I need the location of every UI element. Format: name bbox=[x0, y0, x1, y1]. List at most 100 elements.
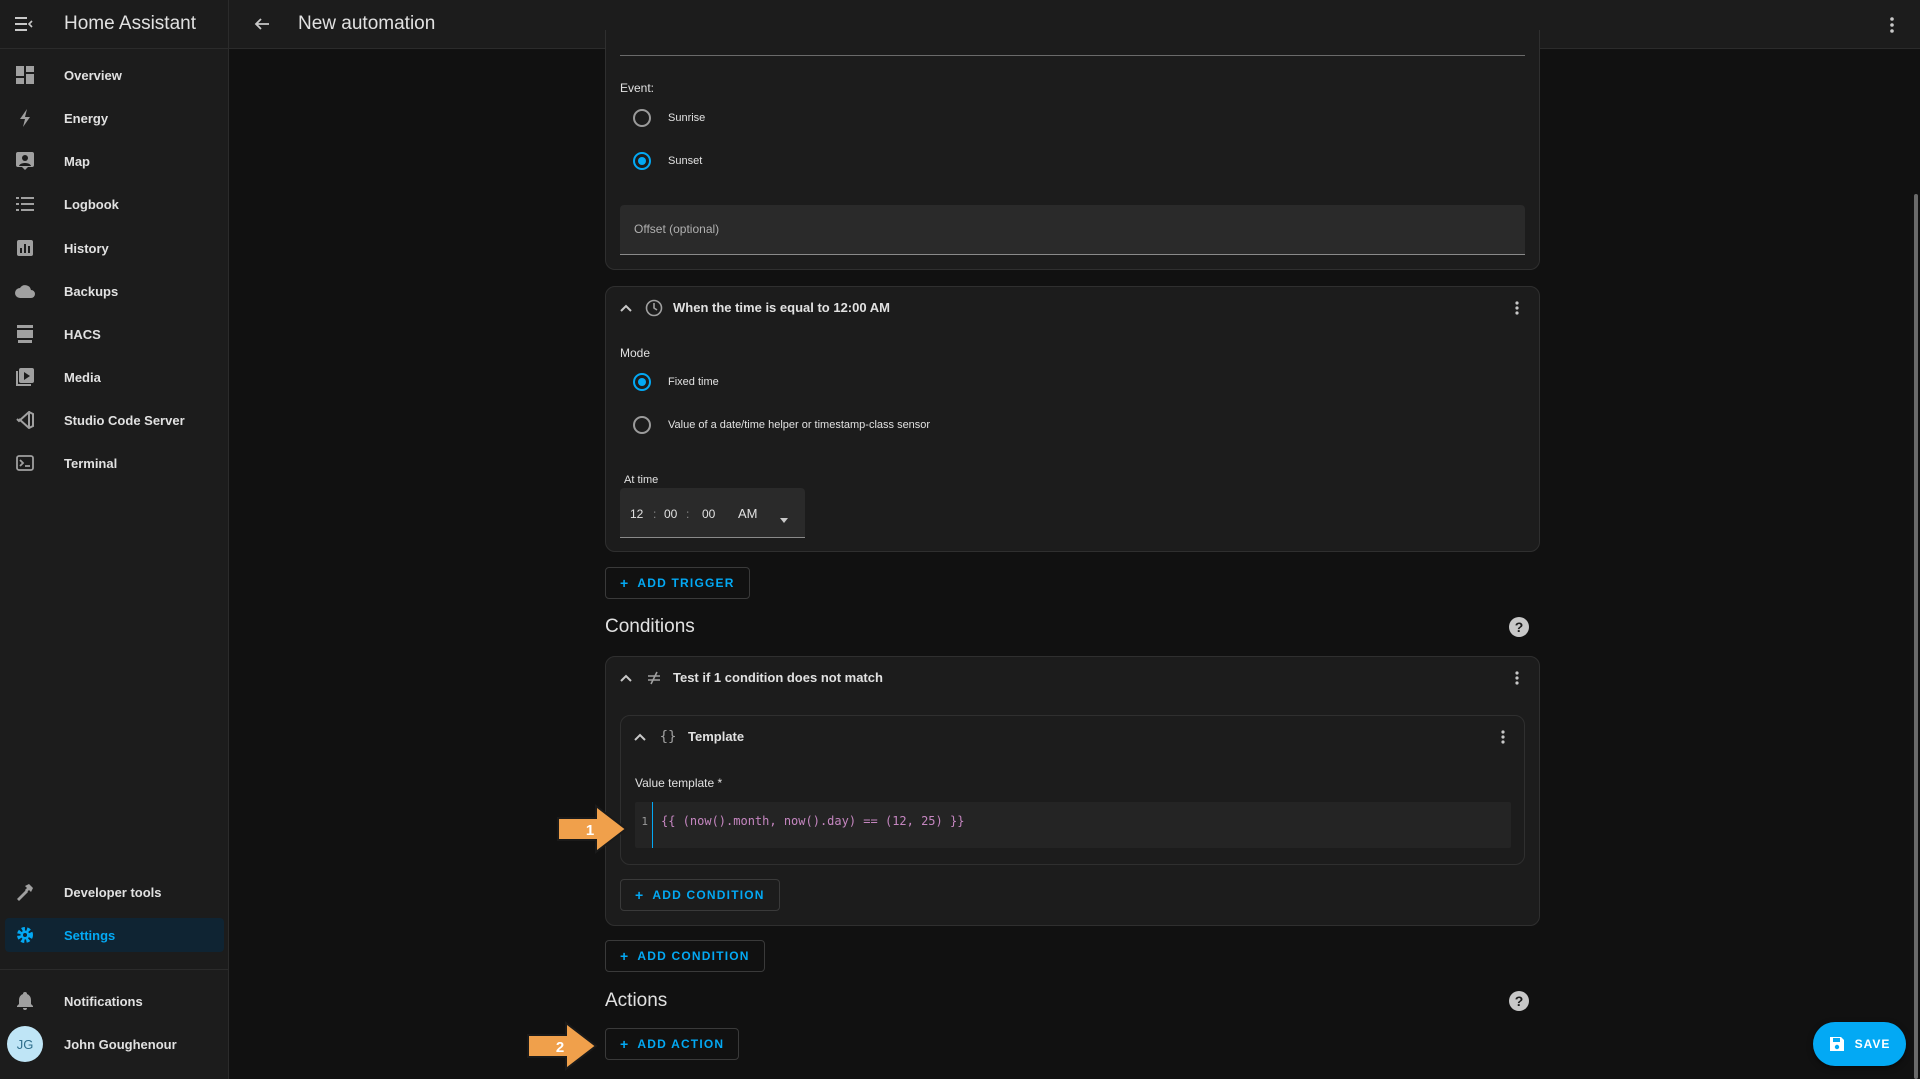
back-arrow-icon[interactable] bbox=[234, 0, 290, 49]
collapse-chevron-icon[interactable] bbox=[628, 725, 652, 749]
offset-placeholder: Offset (optional) bbox=[634, 222, 720, 236]
annotation-arrow-1-label: 1 bbox=[586, 822, 594, 839]
sidebar-item-developer-tools[interactable]: Developer tools bbox=[5, 875, 224, 909]
time-trigger-card: When the time is equal to 12:00 AM Mode … bbox=[605, 286, 1540, 552]
sidebar-item-label: Overview bbox=[64, 67, 122, 83]
annotation-arrow-2-label: 2 bbox=[556, 1039, 564, 1056]
helper-time-radio[interactable] bbox=[633, 416, 651, 434]
minutes-value[interactable]: 00 bbox=[664, 507, 677, 521]
sidebar-item-label: Settings bbox=[64, 927, 116, 943]
sidebar-item-label: HACS bbox=[64, 326, 101, 342]
ampm-select[interactable]: AM bbox=[738, 506, 758, 521]
mode-label: Mode bbox=[620, 346, 651, 360]
sidebar-item-user[interactable]: JG John Goughenour bbox=[5, 1026, 224, 1062]
sidebar-item-overview[interactable]: Overview bbox=[5, 58, 224, 92]
avatar-wrap: JG bbox=[5, 1026, 45, 1062]
hammer-icon bbox=[5, 883, 45, 901]
app-root: Home Assistant Overview Energy Map Logbo… bbox=[0, 0, 1920, 1079]
save-button[interactable]: SAVE bbox=[1813, 1022, 1906, 1066]
sunset-label: Sunset bbox=[668, 155, 703, 167]
sidebar-item-hacs[interactable]: HACS bbox=[5, 317, 224, 351]
add-trigger-label: ADD TRIGGER bbox=[637, 576, 735, 590]
history-icon bbox=[5, 240, 45, 256]
code-braces-icon: {} bbox=[659, 729, 677, 745]
sidebar-item-history[interactable]: History bbox=[5, 231, 224, 265]
dropdown-arrow-icon[interactable] bbox=[780, 510, 788, 528]
plus-icon: + bbox=[620, 1036, 630, 1052]
sidebar-item-notifications[interactable]: Notifications bbox=[5, 984, 224, 1018]
sidebar: Home Assistant Overview Energy Map Logbo… bbox=[0, 0, 229, 1079]
sidebar-item-label: Terminal bbox=[64, 455, 118, 471]
sidebar-item-label: Studio Code Server bbox=[64, 412, 185, 428]
add-action-label: ADD ACTION bbox=[637, 1037, 725, 1051]
scrollbar[interactable] bbox=[1914, 194, 1918, 1079]
overview-icon bbox=[5, 66, 45, 84]
sidebar-item-label: Energy bbox=[64, 110, 109, 126]
time-trigger-title: When the time is equal to 12:00 AM bbox=[673, 300, 890, 315]
sidebar-divider bbox=[0, 969, 229, 970]
offset-field[interactable]: Offset (optional) bbox=[620, 205, 1525, 255]
annotation-arrow-2: 2 bbox=[527, 1021, 598, 1071]
menu-toggle-icon[interactable] bbox=[0, 0, 48, 49]
add-trigger-button[interactable]: + ADD TRIGGER bbox=[605, 567, 750, 599]
sunrise-label: Sunrise bbox=[668, 112, 706, 124]
help-icon[interactable]: ? bbox=[1509, 617, 1529, 637]
line-number: 1 bbox=[635, 802, 653, 848]
value-template-label: Value template * bbox=[635, 776, 723, 790]
sidebar-item-logbook[interactable]: Logbook bbox=[5, 187, 224, 221]
energy-icon bbox=[5, 109, 45, 127]
sun-trigger-card: Event: Sunrise Sunset Offset (optional) bbox=[605, 30, 1540, 270]
sidebar-item-backups[interactable]: Backups bbox=[5, 274, 224, 308]
sidebar-item-energy[interactable]: Energy bbox=[5, 101, 224, 135]
help-icon[interactable]: ? bbox=[1509, 991, 1529, 1011]
sidebar-item-media[interactable]: Media bbox=[5, 360, 224, 394]
collapse-chevron-icon[interactable] bbox=[614, 666, 638, 690]
clock-icon bbox=[642, 296, 666, 320]
sidebar-item-terminal[interactable]: Terminal bbox=[5, 446, 224, 480]
add-condition-button[interactable]: + ADD CONDITION bbox=[605, 940, 765, 972]
not-condition-card: Test if 1 condition does not match {} Te… bbox=[605, 656, 1540, 926]
add-condition-label: ADD CONDITION bbox=[652, 888, 765, 902]
code-editor[interactable]: 1 {{ (now().month, now().day) == (12, 25… bbox=[635, 802, 1511, 848]
overflow-menu-icon[interactable] bbox=[1880, 13, 1904, 37]
sidebar-item-studio-code-server[interactable]: Studio Code Server bbox=[5, 403, 224, 437]
event-label: Event: bbox=[620, 81, 655, 95]
sidebar-header: Home Assistant bbox=[0, 0, 228, 49]
sidebar-item-label: Map bbox=[64, 153, 90, 169]
backups-icon bbox=[5, 284, 45, 298]
sidebar-item-label: Notifications bbox=[64, 993, 143, 1009]
template-title: Template bbox=[688, 729, 745, 744]
sunrise-radio[interactable] bbox=[633, 109, 651, 127]
time-separator: : bbox=[653, 507, 657, 521]
add-action-button[interactable]: + ADD ACTION bbox=[605, 1028, 740, 1060]
plus-icon: + bbox=[620, 575, 630, 591]
not-condition-title: Test if 1 condition does not match bbox=[673, 670, 883, 685]
vscode-icon bbox=[5, 411, 45, 429]
sidebar-item-label: Developer tools bbox=[64, 884, 162, 900]
code-line[interactable]: {{ (now().month, now().day) == (12, 25) … bbox=[661, 814, 964, 828]
trigger-menu-icon[interactable] bbox=[1505, 296, 1529, 320]
field-underline bbox=[620, 55, 1525, 56]
add-condition-inner-button[interactable]: + ADD CONDITION bbox=[620, 879, 780, 911]
logbook-icon bbox=[5, 197, 45, 211]
sidebar-item-map[interactable]: Map bbox=[5, 144, 224, 178]
fixed-time-radio[interactable] bbox=[633, 373, 651, 391]
map-icon bbox=[5, 152, 45, 170]
page-title: New automation bbox=[298, 13, 436, 34]
hours-value[interactable]: 12 bbox=[630, 507, 643, 521]
template-menu-icon[interactable] bbox=[1491, 725, 1515, 749]
floppy-icon bbox=[1829, 1037, 1844, 1051]
sunset-radio[interactable] bbox=[633, 152, 651, 170]
conditions-title: Conditions bbox=[605, 616, 695, 637]
time-input[interactable]: 12 : 00 : 00 AM bbox=[620, 488, 805, 538]
actions-title: Actions bbox=[605, 990, 668, 1011]
bell-icon bbox=[5, 992, 45, 1010]
condition-menu-icon[interactable] bbox=[1505, 666, 1529, 690]
user-name: John Goughenour bbox=[64, 1036, 177, 1052]
collapse-chevron-icon[interactable] bbox=[614, 296, 638, 320]
plus-icon: + bbox=[620, 948, 630, 964]
seconds-value[interactable]: 00 bbox=[702, 507, 715, 521]
terminal-icon bbox=[5, 455, 45, 471]
sidebar-item-settings[interactable]: Settings bbox=[5, 918, 224, 952]
annotation-arrow-1: 1 bbox=[557, 804, 628, 854]
